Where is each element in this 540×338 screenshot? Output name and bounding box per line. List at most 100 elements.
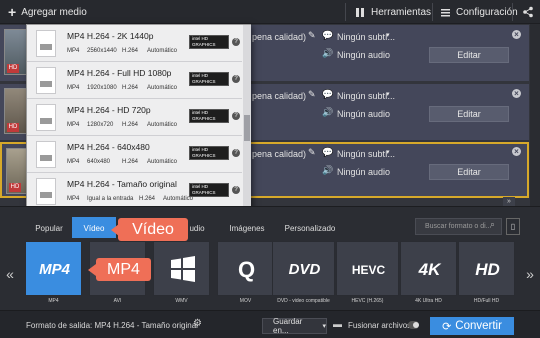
audio-dropdown[interactable]: Ningún audio (337, 50, 390, 60)
chevron-down-icon[interactable]: ▾ (386, 90, 390, 98)
close-icon[interactable]: × (512, 30, 521, 39)
share-button[interactable] (516, 0, 540, 24)
collapse-chevron-icon[interactable]: » (503, 197, 515, 206)
chevron-down-icon[interactable]: ▾ (386, 148, 390, 156)
file-icon (36, 30, 56, 57)
preset-container: MP4 (67, 159, 80, 165)
tools-button[interactable]: Herramientas (349, 0, 437, 24)
preset-bitrate: Automático (147, 122, 178, 128)
convert-button[interactable]: ⟳ Convertir (430, 317, 514, 335)
windows-logo-icon (171, 256, 195, 282)
4k-logo-icon: 4K (418, 259, 441, 279)
edit-button[interactable]: Editar (429, 47, 509, 63)
help-icon[interactable]: ? (232, 38, 240, 46)
format-card-4k[interactable]: 4K (400, 241, 457, 296)
edit-button[interactable]: Editar (429, 164, 509, 180)
audio-icon: 🔊 (322, 48, 334, 58)
tab-custom[interactable]: Personalizado (278, 217, 342, 239)
chevron-down-icon: ▾ (322, 323, 326, 330)
quicktime-logo-icon: Q (237, 256, 256, 282)
format-card-hd[interactable]: HD (458, 241, 515, 296)
audio-dropdown[interactable]: Ningún audio (337, 109, 390, 119)
preset-title: MP4 H.264 - HD 720p (67, 105, 151, 115)
scroll-right-icon[interactable]: » (520, 238, 540, 310)
format-label: HEVC (H.265) (351, 298, 384, 304)
preset-item[interactable]: MP4 H.264 - HD 720p MP4 1280x720 H.264 A… (27, 99, 242, 136)
format-card-mp4[interactable]: MP4 (25, 241, 82, 296)
audio-dropdown[interactable]: Ningún audio (337, 167, 390, 177)
pencil-icon[interactable]: ✎ (308, 89, 316, 100)
subtitle-icon: 💬 (322, 30, 334, 40)
preset-codec: H.264 (122, 122, 139, 128)
edit-button[interactable]: Editar (429, 106, 509, 122)
tab-video[interactable]: Vídeo (72, 217, 116, 239)
output-format-text: Formato de salida: MP4 H.264 - Tamaño or… (26, 321, 198, 330)
video-callout: Vídeo (118, 218, 188, 241)
close-icon[interactable]: × (512, 147, 521, 156)
intel-hd-icon: intel HD GRAPHICS (189, 109, 229, 123)
preset-title: MP4 H.264 - Full HD 1080p (67, 68, 172, 78)
mp4-logo-icon: MP4 (39, 261, 70, 278)
save-location-dropdown[interactable]: Guardar en... ▾ (262, 317, 327, 335)
hd-logo-icon: HD (475, 259, 500, 279)
menu-icon (441, 8, 450, 16)
format-search-input[interactable]: Buscar formato o di... (415, 218, 502, 235)
pencil-icon[interactable]: ✎ (308, 147, 316, 158)
preset-container: MP4 (67, 196, 80, 202)
format-card-wmv[interactable] (153, 241, 210, 296)
dropdown-scrollbar[interactable] (243, 25, 251, 213)
scroll-left-icon[interactable]: « (0, 238, 20, 310)
preset-dropdown: MP4 H.264 - 2K 1440p MP4 2560x1440 H.264… (26, 24, 251, 214)
preset-item[interactable]: MP4 H.264 - Full HD 1080p MP4 1920x1080 … (27, 62, 242, 99)
toolbar-divider (512, 3, 513, 21)
preset-title: MP4 H.264 - 2K 1440p (67, 31, 154, 41)
help-icon[interactable]: ? (232, 75, 240, 83)
add-media-button[interactable]: + Agregar medio (2, 0, 93, 24)
intel-hd-icon: intel HD GRAPHICS (189, 35, 229, 49)
preset-resolution: 2560x1440 (87, 48, 117, 54)
preset-title: MP4 H.264 - Tamaño original (67, 179, 177, 189)
help-icon[interactable]: ? (232, 186, 240, 194)
scrollbar-thumb[interactable] (244, 115, 250, 141)
settings-label: Configuración (456, 6, 518, 18)
merge-files-toggle[interactable] (408, 321, 419, 329)
hd-badge-icon: HD (7, 64, 19, 73)
quality-text: pena calidad) (252, 32, 307, 42)
format-strip: « » MP4 MP4 AVI AVI WMV Q MOV DVD DVD - … (0, 238, 540, 310)
hd-badge-icon: HD (7, 123, 19, 132)
callout-pointer (88, 264, 96, 276)
tab-audio[interactable]: udio (186, 217, 208, 239)
device-detect-icon[interactable]: ▯ (506, 218, 520, 235)
file-list-scrollbar[interactable] (530, 24, 540, 206)
merge-files-label: Fusionar archivos (348, 321, 412, 330)
tools-label: Herramientas (371, 6, 432, 18)
format-label: 4K Ultra HD (415, 298, 442, 304)
pencil-icon[interactable]: ✎ (308, 30, 316, 41)
preset-item[interactable]: MP4 H.264 - 640x480 MP4 640x480 H.264 Au… (27, 136, 242, 173)
help-icon[interactable]: ? (232, 112, 240, 120)
format-card-dvd[interactable]: DVD (272, 241, 335, 296)
mp4-callout-label: MP4 (107, 260, 140, 278)
format-label: MOV (239, 298, 252, 304)
mp4-callout: MP4 (96, 258, 151, 281)
preset-item[interactable]: MP4 H.264 - Tamaño original MP4 Igual a … (27, 173, 242, 210)
hd-badge-icon: HD (9, 183, 21, 192)
app-window: + Agregar medio Herramientas Configuraci… (0, 0, 540, 338)
folder-icon[interactable]: ▬ (333, 319, 342, 329)
close-icon[interactable]: × (512, 89, 521, 98)
chevron-down-icon[interactable]: ▾ (386, 31, 390, 39)
gear-icon[interactable]: ⚙ (193, 318, 202, 329)
quality-text: pena calidad) (252, 149, 307, 159)
audio-icon: 🔊 (322, 165, 334, 175)
preset-resolution: 640x480 (87, 159, 111, 165)
format-card-mov[interactable]: Q (217, 241, 274, 296)
tab-images[interactable]: Imágenes (218, 217, 276, 239)
audio-icon: 🔊 (322, 107, 334, 117)
tab-popular[interactable]: Popular (27, 217, 71, 239)
format-card-hevc[interactable]: HEVC (336, 241, 399, 296)
subtitle-icon: 💬 (322, 147, 334, 157)
help-icon[interactable]: ? (232, 149, 240, 157)
preset-item[interactable]: MP4 H.264 - 2K 1440p MP4 2560x1440 H.264… (27, 25, 242, 62)
preset-codec: H.264 (122, 48, 139, 54)
settings-button[interactable]: Configuración (434, 0, 524, 24)
